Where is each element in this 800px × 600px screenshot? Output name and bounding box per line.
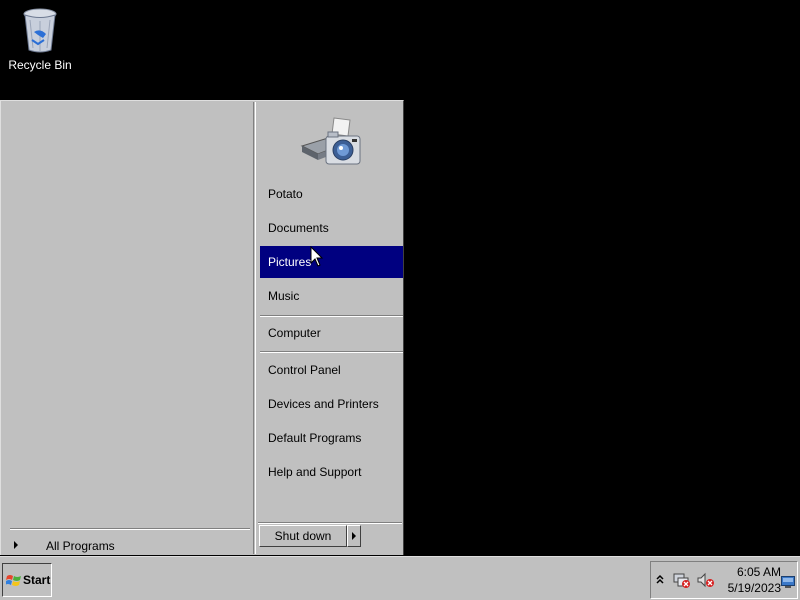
- shut-down-button[interactable]: Shut down: [259, 525, 347, 547]
- menu-item-label: Computer: [268, 326, 321, 340]
- menu-item-potato[interactable]: Potato: [260, 178, 403, 210]
- menu-item-label: Pictures: [268, 255, 312, 269]
- start-button[interactable]: Start: [2, 563, 52, 597]
- all-programs-item[interactable]: All Programs: [8, 536, 248, 554]
- start-menu-left-pane: All Programs: [2, 102, 254, 554]
- separator: [258, 522, 402, 524]
- desktop-icon-recycle-bin[interactable]: Recycle Bin: [6, 6, 74, 72]
- menu-item-help-and-support[interactable]: Help and Support: [260, 456, 403, 488]
- menu-item-computer[interactable]: Computer: [260, 317, 403, 349]
- show-desktop-icon[interactable]: [781, 576, 795, 588]
- taskbar: Start 6:05 AM 5/19/2023: [0, 556, 800, 600]
- menu-item-default-programs[interactable]: Default Programs: [260, 422, 403, 454]
- desktop-icon-label: Recycle Bin: [8, 58, 72, 72]
- menu-item-documents[interactable]: Documents: [260, 212, 403, 244]
- clock-time: 6:05 AM: [736, 565, 781, 579]
- menu-item-pictures[interactable]: Pictures: [260, 246, 403, 278]
- menu-item-label: Potato: [268, 187, 303, 201]
- clock-date: 5/19/2023: [727, 581, 781, 595]
- shut-down-options-button[interactable]: [347, 525, 361, 547]
- volume-muted-icon[interactable]: [697, 572, 715, 588]
- menu-item-label: Devices and Printers: [268, 397, 379, 411]
- separator: [10, 528, 250, 530]
- start-button-label: Start: [23, 573, 51, 587]
- menu-item-control-panel[interactable]: Control Panel: [260, 354, 403, 386]
- menu-item-music[interactable]: Music: [260, 280, 403, 312]
- mouse-pointer-icon: [310, 246, 324, 267]
- arrow-right-icon: [352, 532, 356, 540]
- recycle-bin-icon: [23, 8, 57, 53]
- show-hidden-icons-icon[interactable]: [655, 573, 665, 587]
- menu-item-devices-and-printers[interactable]: Devices and Printers: [260, 388, 403, 420]
- menu-item-label: Help and Support: [268, 465, 362, 479]
- printer-camera-icon[interactable]: [298, 114, 368, 172]
- clock[interactable]: 6:05 AM 5/19/2023: [719, 564, 781, 596]
- all-programs-label: All Programs: [46, 539, 115, 553]
- network-disconnected-icon[interactable]: [673, 572, 691, 588]
- separator: [260, 351, 403, 353]
- menu-item-label: Documents: [268, 221, 329, 235]
- menu-item-label: Default Programs: [268, 431, 362, 445]
- start-menu-right-pane: Potato Documents Pictures Music Computer…: [255, 102, 403, 554]
- windows-logo-icon: [6, 575, 21, 586]
- menu-item-label: Music: [268, 289, 300, 303]
- start-menu: All Programs Potato Documents Pictures M…: [0, 100, 404, 555]
- menu-item-label: Control Panel: [268, 363, 341, 377]
- arrow-right-icon: [14, 541, 18, 549]
- notification-area: 6:05 AM 5/19/2023: [650, 561, 798, 599]
